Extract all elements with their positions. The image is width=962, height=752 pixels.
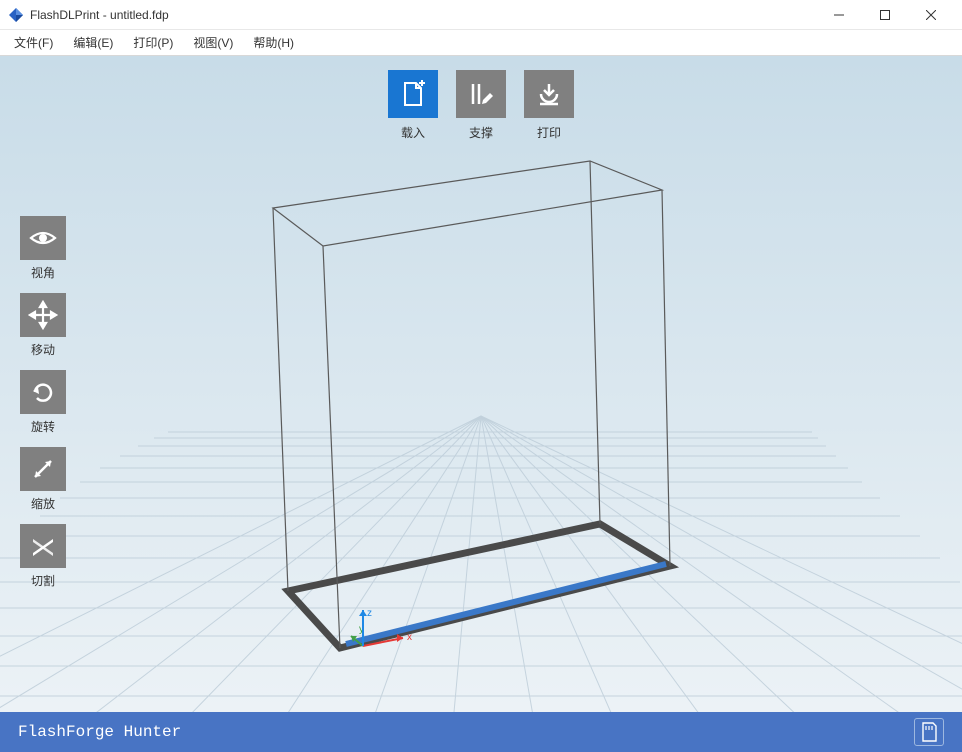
eye-icon xyxy=(28,223,58,253)
svg-text:x: x xyxy=(407,632,412,643)
move-button[interactable] xyxy=(20,293,66,337)
sd-card-icon xyxy=(920,722,938,742)
app-logo-icon xyxy=(8,7,24,23)
maximize-button[interactable] xyxy=(862,0,908,30)
statusbar: FlashForge Hunter xyxy=(0,712,962,752)
support-label: 支撑 xyxy=(469,124,493,141)
cut-label: 切割 xyxy=(31,572,55,589)
titlebar: FlashDLPrint - untitled.fdp xyxy=(0,0,962,30)
scale-label: 缩放 xyxy=(31,495,55,512)
menu-print[interactable]: 打印(P) xyxy=(123,31,183,54)
support-edit-icon xyxy=(467,80,495,108)
rotate-button[interactable] xyxy=(20,370,66,414)
support-button[interactable] xyxy=(456,70,506,118)
rotate-label: 旋转 xyxy=(31,418,55,435)
top-toolbar: 载入 支撑 打印 xyxy=(388,70,574,141)
print-button[interactable] xyxy=(524,70,574,118)
menubar: 文件(F) 编辑(E) 打印(P) 视图(V) 帮助(H) xyxy=(0,30,962,56)
rotate-icon xyxy=(28,377,58,407)
window-title: FlashDLPrint - untitled.fdp xyxy=(30,8,816,22)
load-button[interactable] xyxy=(388,70,438,118)
svg-text:z: z xyxy=(367,608,372,619)
view-button[interactable] xyxy=(20,216,66,260)
viewport-3d[interactable]: x y z 载入 xyxy=(0,56,962,712)
menu-view[interactable]: 视图(V) xyxy=(183,31,243,54)
minimize-button[interactable] xyxy=(816,0,862,30)
menu-help[interactable]: 帮助(H) xyxy=(243,31,304,54)
build-plate-grid: x y z xyxy=(0,56,962,712)
scale-button[interactable] xyxy=(20,447,66,491)
load-label: 载入 xyxy=(401,124,425,141)
view-label: 视角 xyxy=(31,264,55,281)
left-toolbar: 视角 移动 旋转 xyxy=(20,216,66,589)
cut-icon xyxy=(28,531,58,561)
menu-edit[interactable]: 编辑(E) xyxy=(63,31,123,54)
menu-file[interactable]: 文件(F) xyxy=(4,31,63,54)
print-icon xyxy=(535,80,563,108)
printer-name: FlashForge Hunter xyxy=(18,723,914,741)
move-label: 移动 xyxy=(31,341,55,358)
file-add-icon xyxy=(399,80,427,108)
cut-button[interactable] xyxy=(20,524,66,568)
close-button[interactable] xyxy=(908,0,954,30)
scale-icon xyxy=(28,454,58,484)
move-icon xyxy=(28,300,58,330)
sd-card-button[interactable] xyxy=(914,718,944,746)
print-label: 打印 xyxy=(537,124,561,141)
